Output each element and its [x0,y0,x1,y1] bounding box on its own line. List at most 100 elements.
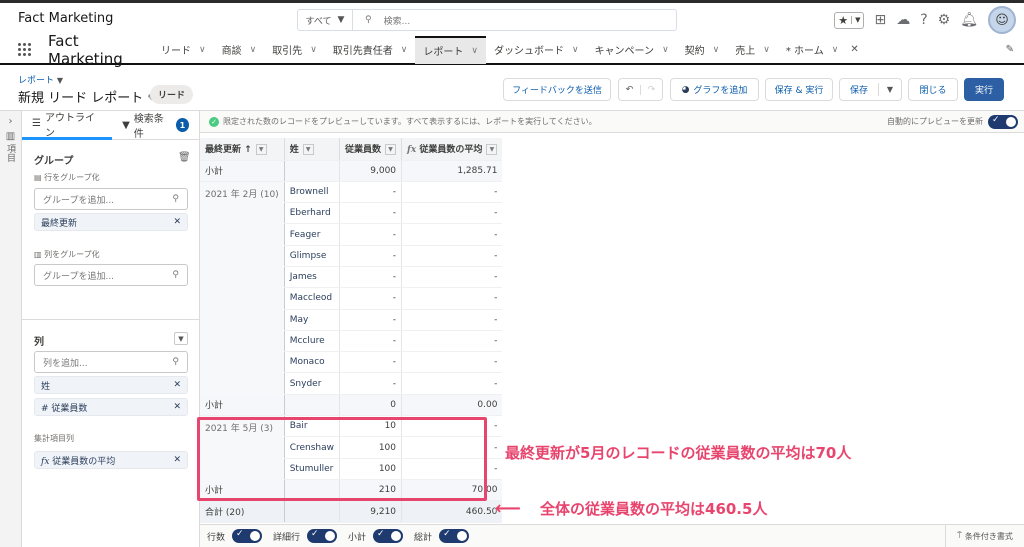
last-name-cell[interactable]: Mcclure [283,330,340,353]
tab-filters[interactable]: ▼ 検索条件 1 [112,111,199,140]
subtotals-toggle[interactable] [373,529,404,543]
global-search[interactable]: すべて ▼ ⚲ 検索... [297,9,677,31]
subtotal-row: 小計 9,000 1,285.71 [200,160,503,182]
last-name-cell[interactable]: Snyder [283,372,340,395]
nav-tab[interactable]: レポート ∨ [415,35,486,64]
nav-tab[interactable]: * ホーム ∨ [778,36,846,64]
save-run-button[interactable]: 保存 & 実行 [765,78,833,101]
add-chart-button[interactable]: ◕ グラフを追加 [670,78,759,101]
remove-icon[interactable]: ✕ [173,217,181,227]
column-header[interactable]: fx 従業員数の平均 ▼ [401,138,503,161]
group-rows-input[interactable]: グループを追加... ⚲ [34,188,188,210]
tab-outline[interactable]: ☰ アウトライン [22,111,113,140]
last-name-cell[interactable]: Brownell [283,181,340,204]
run-button[interactable]: 実行 [964,78,1004,101]
gear-icon[interactable]: ⚙ [938,12,951,28]
last-name-cell[interactable]: Glimpse [283,245,340,267]
search-scope-dropdown[interactable]: すべて ▼ [298,10,353,30]
average-cell: - [401,330,503,353]
columns-input[interactable]: 列を追加... ⚲ [34,351,188,373]
close-button[interactable]: 閉じる [908,78,958,101]
search-input[interactable]: ⚲ 検索... [353,14,676,27]
remove-icon[interactable]: ✕ [173,455,181,465]
nav-tab[interactable]: 取引先責任者 ∨ [325,36,416,64]
conditional-format-button[interactable]: ⍑ 条件付き書式 [945,524,1024,547]
undo-icon[interactable]: ↶ [619,84,641,95]
chevron-down-icon[interactable]: ∨ [572,45,579,55]
remove-icon[interactable]: ✕ [173,402,181,412]
last-name-cell[interactable]: James [283,266,340,289]
column-menu-icon[interactable]: ▼ [302,144,314,156]
undo-redo-group: ↶ ↷ [618,78,663,101]
column-header[interactable]: 最終更新 ↑ ▼ [200,138,285,161]
chevron-down-icon[interactable]: ∨ [832,45,839,55]
column-header[interactable]: 従業員数 ▼ [338,138,402,161]
average-cell: - [401,245,503,267]
save-button[interactable]: 保存 [840,83,879,96]
grand-total-toggle[interactable] [439,529,470,543]
bell-icon[interactable]: 🔔︎ [960,12,978,28]
last-name-cell[interactable]: Monaco [283,351,340,374]
chevron-down-icon[interactable]: ∨ [310,45,317,55]
pencil-icon[interactable]: ✎ [1006,44,1014,55]
redo-icon[interactable]: ↷ [641,85,662,95]
last-name-cell[interactable]: Maccleod [283,287,340,310]
org-name: Fact Marketing [18,11,114,26]
column-header[interactable]: 姓 ▼ [283,138,340,161]
columns-menu-button[interactable]: ▼ [174,332,188,345]
grand-total-row: 合計 (20) 9,210 460.50 [200,500,503,524]
chevron-down-icon[interactable]: ∨ [471,46,478,56]
chevron-down-icon[interactable]: ∨ [713,45,720,55]
chevron-down-icon[interactable]: ∨ [199,45,206,55]
fields-panel-toggle[interactable]: › ▥ 項目 [0,111,22,547]
nav-tab[interactable]: 取引先 ∨ [264,36,325,64]
highlight-box [197,417,487,501]
group-cols-input[interactable]: グループを追加... ⚲ [34,264,188,286]
nav-tab-label: 売上 [735,46,756,57]
breadcrumb[interactable]: レポート ▼ [18,73,63,86]
plus-icon[interactable]: ⊞ [874,12,886,28]
close-tab-icon[interactable]: ✕ [850,44,858,55]
chevron-down-icon[interactable]: ∨ [763,45,770,55]
group-cols-label: ▥ 列をグループ化 [34,250,100,259]
employees-cell: - [338,202,402,225]
star-icon: ★ [838,13,849,27]
employees-cell: - [338,309,402,331]
detail-rows-toggle[interactable] [307,529,338,543]
nav-tab[interactable]: 契約 ∨ [677,36,728,64]
column-menu-icon[interactable]: ▼ [486,144,498,156]
employees-cell: - [338,266,402,289]
nav-tab[interactable]: キャンペーン ∨ [587,36,677,64]
last-name-cell[interactable]: Eberhard [283,202,340,225]
report-type-badge: リード [150,85,194,104]
preview-status-bar: ✓ 限定された数のレコードをプレビューしています。すべて表示するには、レポートを… [200,111,1024,133]
last-name-cell[interactable]: Feager [283,223,340,246]
nav-tab[interactable]: 売上 ∨ [727,36,778,64]
help-icon[interactable]: ? [920,12,927,28]
average-cell: - [401,351,503,374]
trash-icon[interactable]: 🗑︎ [178,152,191,163]
favorites-button[interactable]: ★ ▼ [834,11,865,29]
feedback-button[interactable]: フィードバックを送信 [503,78,611,101]
chevron-down-icon[interactable]: ∨ [662,45,669,55]
column-menu-icon[interactable]: ▼ [385,144,397,156]
column-menu-icon[interactable]: ▼ [255,144,267,156]
auto-preview-toggle[interactable] [988,114,1018,129]
app-launcher-icon[interactable] [18,43,32,56]
last-name-cell[interactable]: May [283,309,340,331]
chevron-down-icon[interactable]: ∨ [401,45,408,55]
nav-tab[interactable]: ダッシュボード ∨ [486,36,587,64]
trailhead-icon[interactable]: ☁ [896,12,910,28]
employees-cell: - [338,223,402,246]
nav-tab[interactable]: 商談 ∨ [214,36,265,64]
nav-tab-label: * ホーム [785,46,824,57]
chevron-down-icon[interactable]: ∨ [250,45,257,55]
row-counts-toggle[interactable] [232,529,263,543]
avatar[interactable]: ☺ [988,6,1016,34]
save-menu-caret-icon[interactable]: ▼ [879,85,901,94]
employees-cell: - [338,181,402,204]
average-cell: - [401,223,503,246]
remove-icon[interactable]: ✕ [173,380,181,390]
nav-tab[interactable]: リード ∨ [153,36,214,64]
table-row: 2021 年 2月 (10) Brownell - - [200,181,503,395]
